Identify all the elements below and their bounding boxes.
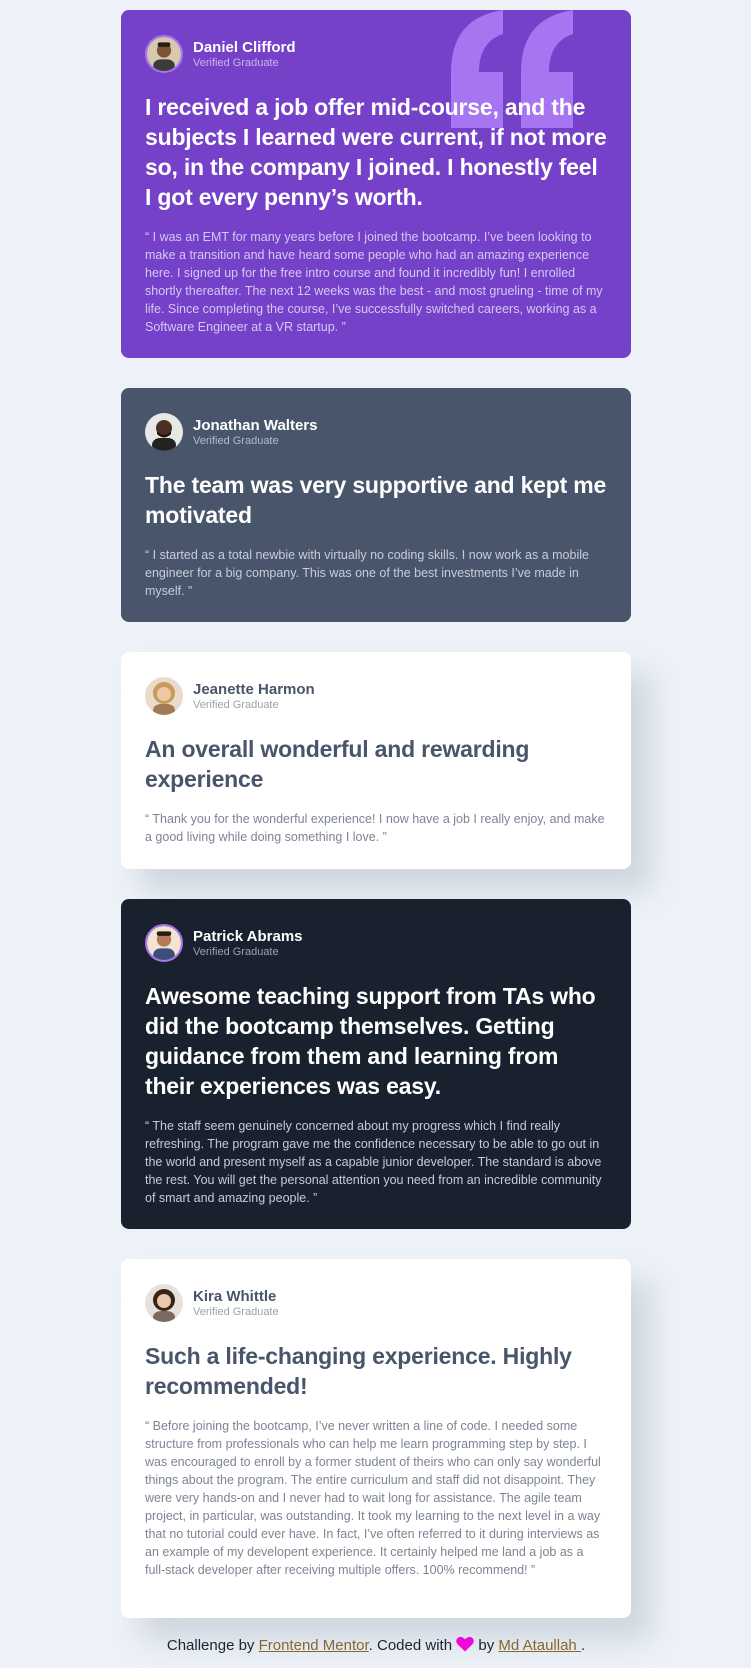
author-role: Verified Graduate [193, 1305, 279, 1318]
author-info: Kira Whittle Verified Graduate [145, 1283, 607, 1323]
author-name: Kira Whittle [193, 1287, 277, 1305]
author-name: Daniel Clifford [193, 38, 296, 56]
frontend-mentor-link[interactable]: Frontend Mentor [259, 1637, 369, 1654]
testimonial-body: “ Before joining the bootcamp, I’ve neve… [145, 1419, 601, 1577]
testimonial-card-jeanette: Jeanette Harmon Verified Graduate An ove… [121, 652, 631, 869]
author-info: Daniel Clifford Verified Graduate [145, 34, 607, 74]
testimonial-card-patrick: Patrick Abrams Verified Graduate Awesome… [121, 899, 631, 1229]
testimonial-card-jonathan: Jonathan Walters Verified Graduate The t… [121, 388, 631, 622]
attribution: Challenge by Frontend Mentor. Coded with… [121, 1636, 631, 1656]
testimonial-headline: I received a job offer mid-course, and t… [145, 94, 607, 210]
author-role: Verified Graduate [193, 698, 279, 711]
author-link[interactable]: Md Ataullah [498, 1637, 581, 1654]
testimonial-body: “ Thank you for the wonderful experience… [145, 812, 605, 844]
avatar [145, 924, 183, 962]
author-name: Jeanette Harmon [193, 680, 315, 698]
author-role: Verified Graduate [193, 945, 279, 958]
attribution-middle: . Coded with [368, 1637, 457, 1654]
author-role: Verified Graduate [193, 56, 279, 69]
testimonial-body: “ The staff seem genuinely concerned abo… [145, 1119, 602, 1205]
testimonial-card-daniel: Daniel Clifford Verified Graduate I rece… [121, 10, 631, 358]
avatar [145, 413, 183, 451]
avatar [145, 677, 183, 715]
author-name: Patrick Abrams [193, 927, 303, 945]
testimonial-headline: An overall wonderful and rewarding exper… [145, 736, 530, 792]
testimonial-body: “ I started as a total newbie with virtu… [145, 548, 589, 598]
author-name: Jonathan Walters [193, 416, 318, 434]
attribution-prefix: Challenge by [166, 1637, 259, 1654]
testimonial-headline: Awesome teaching support from TAs who di… [145, 983, 596, 1099]
author-info: Jonathan Walters Verified Graduate [145, 412, 607, 452]
heart-icon [456, 1636, 474, 1652]
attribution-by: by [474, 1637, 499, 1654]
avatar [145, 1284, 183, 1322]
avatar [145, 35, 183, 73]
author-info: Jeanette Harmon Verified Graduate [145, 676, 607, 716]
testimonial-body: “ I was an EMT for many years before I j… [145, 230, 603, 334]
author-role: Verified Graduate [193, 434, 279, 447]
testimonial-headline: The team was very supportive and kept me… [145, 472, 607, 528]
author-info: Patrick Abrams Verified Graduate [145, 923, 607, 963]
attribution-suffix: . [580, 1637, 586, 1654]
testimonials-grid: Daniel Clifford Verified Graduate I rece… [121, 10, 631, 1656]
testimonial-card-kira: Kira Whittle Verified Graduate Such a li… [121, 1259, 631, 1618]
testimonial-headline: Such a life-changing experience. Highly … [145, 1343, 572, 1399]
